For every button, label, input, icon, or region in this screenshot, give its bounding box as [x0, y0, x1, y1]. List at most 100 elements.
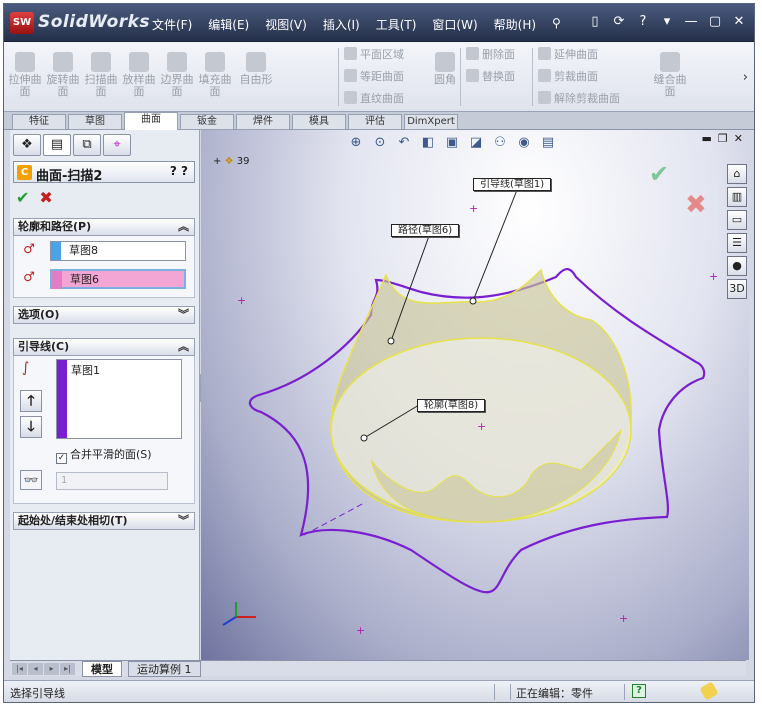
untrim-surface-button[interactable]: 解除剪裁曲面: [538, 88, 620, 110]
fillet-button[interactable]: 圆角: [428, 52, 462, 86]
knit-surface-button[interactable]: 缝合曲面: [648, 52, 692, 98]
move-up-button[interactable]: 🡑: [20, 390, 42, 412]
model-tab[interactable]: 模型: [82, 661, 122, 677]
path-selection-box[interactable]: 草图6: [50, 269, 186, 289]
menu-edit[interactable]: 编辑(E): [200, 16, 257, 33]
menu-insert[interactable]: 插入(I): [315, 16, 368, 33]
ok-button[interactable]: ✔: [16, 188, 29, 207]
extend-surface-button[interactable]: 延伸曲面: [538, 44, 598, 66]
show-sections-button[interactable]: 👓: [20, 470, 42, 490]
expand-icon[interactable]: ︾: [178, 307, 189, 323]
pin-icon[interactable]: ⚲: [544, 16, 569, 33]
move-down-button[interactable]: 🡓: [20, 416, 42, 438]
property-manager-tab[interactable]: ▤: [43, 134, 71, 156]
menu-bar: 文件(F) 编辑(E) 视图(V) 插入(I) 工具(T) 窗口(W) 帮助(H…: [144, 16, 569, 33]
loft-surface-button[interactable]: 放样曲面: [122, 52, 156, 98]
revolve-surface-button[interactable]: 旋转曲面: [46, 52, 80, 98]
checkbox-box[interactable]: ✓: [56, 453, 67, 464]
graphics-area[interactable]: ▬ ❐ ✕ ⊕ ⊙ ↶ ◧ ▣ ◪ ⚇ ◉ ▤ + ❖ 39 ✔ ✖ ⌂ ▥ ▭…: [201, 130, 749, 660]
close-button[interactable]: ✕: [730, 13, 748, 31]
tab-features[interactable]: 特征: [12, 114, 66, 130]
section-spinner[interactable]: 1: [56, 472, 168, 490]
tab-evaluate[interactable]: 评估: [348, 114, 402, 130]
collapse-icon[interactable]: ︽: [178, 339, 189, 355]
tag-icon[interactable]: [699, 681, 719, 701]
dimxpert-tab[interactable]: ⌖: [103, 134, 131, 156]
axis-z: [222, 616, 237, 626]
menu-file[interactable]: 文件(F): [144, 16, 200, 33]
guide-list-item[interactable]: 草图1: [71, 362, 100, 378]
next-tab-icon[interactable]: ▸: [44, 663, 59, 675]
feature-tree-icon: ❖: [21, 137, 33, 152]
offset-surface-button[interactable]: 等距曲面: [344, 66, 404, 88]
tab-surfaces[interactable]: 曲面: [124, 112, 178, 130]
boundary-surface-label: 边界曲面: [160, 73, 194, 98]
status-divider: [494, 684, 495, 700]
help-button[interactable]: ?: [634, 13, 652, 31]
guide-curves-header[interactable]: 引导线(C) ︽: [13, 338, 195, 356]
new-document-icon[interactable]: ▯: [586, 13, 604, 31]
menu-view[interactable]: 视图(V): [257, 16, 315, 33]
profile-selection-box[interactable]: 草图8: [50, 241, 186, 261]
planar-surface-label: 平面区域: [360, 48, 404, 61]
trim-surface-button[interactable]: 剪裁曲面: [538, 66, 598, 88]
path-callout[interactable]: 路径(草图6): [391, 224, 460, 237]
planar-surface-button[interactable]: 平面区域: [344, 44, 404, 66]
editing-status: 正在编辑：零件: [516, 687, 593, 700]
rebuild-icon[interactable]: ⟳: [610, 13, 628, 31]
last-tab-icon[interactable]: ▸|: [60, 663, 75, 675]
model-graphics[interactable]: + + + + + +: [201, 130, 749, 660]
help-icon[interactable]: ?: [632, 684, 646, 698]
feature-title-bar: C 曲面-扫描2 ? ?: [13, 161, 195, 184]
help-dropdown-icon[interactable]: ▾: [658, 13, 676, 31]
profile-point: [360, 434, 368, 442]
path-point: [387, 337, 395, 345]
path-row: ♂ 草图6: [18, 268, 192, 290]
extrude-surface-button[interactable]: 拉伸曲面: [8, 52, 42, 98]
ribbon-more-button[interactable]: ›: [743, 70, 748, 85]
cancel-button[interactable]: ✖: [39, 188, 52, 207]
tab-mold[interactable]: 模具: [292, 114, 346, 130]
loft-surface-label: 放样曲面: [122, 73, 156, 98]
merge-smooth-faces-checkbox[interactable]: ✓ 合并平滑的面(S): [56, 446, 186, 464]
menu-tools[interactable]: 工具(T): [368, 16, 425, 33]
title-bar: SW SolidWorks 文件(F) 编辑(E) 视图(V) 插入(I) 工具…: [4, 4, 754, 42]
menu-help[interactable]: 帮助(H): [486, 16, 544, 33]
tangency-header[interactable]: 起始处/结束处相切(T) ︾: [13, 512, 195, 530]
tab-sketch[interactable]: 草图: [68, 114, 122, 130]
collapse-icon[interactable]: ︽: [178, 219, 189, 235]
knit-surface-label: 缝合曲面: [653, 73, 687, 98]
motion-study-tab[interactable]: 运动算例 1: [128, 661, 201, 677]
help-icon[interactable]: ? ?: [170, 164, 188, 178]
profile-path-header[interactable]: 轮廓和路径(P) ︽: [13, 218, 195, 236]
maximize-button[interactable]: ▢: [706, 13, 724, 31]
expand-icon[interactable]: ︾: [178, 513, 189, 529]
freeform-button[interactable]: 自由形: [236, 52, 276, 86]
replace-face-label: 替换面: [482, 70, 515, 83]
path-color-swatch: [52, 271, 62, 289]
prev-tab-icon[interactable]: ◂: [28, 663, 43, 675]
fill-surface-button[interactable]: 填充曲面: [198, 52, 232, 98]
guide-curves-list[interactable]: 草图1: [56, 359, 182, 439]
tab-sheet-metal[interactable]: 钣金: [180, 114, 234, 130]
delete-face-label: 删除面: [482, 48, 515, 61]
status-divider: [510, 684, 511, 700]
boundary-surface-button[interactable]: 边界曲面: [160, 52, 194, 98]
feature-tree-tab[interactable]: ❖: [13, 134, 41, 156]
ruled-surface-button[interactable]: 直纹曲面: [344, 88, 404, 110]
profile-callout[interactable]: 轮廓(草图8): [417, 399, 486, 412]
delete-face-button[interactable]: 删除面: [466, 44, 515, 66]
tab-weldments[interactable]: 焊件: [236, 114, 290, 130]
feature-title: 曲面-扫描2: [36, 169, 103, 184]
tab-dimxpert[interactable]: DimXpert: [404, 114, 458, 130]
configuration-tab[interactable]: ⧉: [73, 134, 101, 156]
options-header[interactable]: 选项(O) ︾: [13, 306, 195, 324]
menu-window[interactable]: 窗口(W): [424, 16, 485, 33]
guide-callout[interactable]: 引导线(草图1): [473, 178, 552, 191]
window-controls: ▯ ⟳ ? ▾ — ▢ ✕: [586, 13, 748, 31]
first-tab-icon[interactable]: |◂: [12, 663, 27, 675]
sweep-surface-button[interactable]: 扫描曲面: [84, 52, 118, 98]
minimize-button[interactable]: —: [682, 13, 700, 31]
replace-face-button[interactable]: 替换面: [466, 66, 515, 88]
tangency-title: 起始处/结束处相切(T): [18, 514, 128, 527]
